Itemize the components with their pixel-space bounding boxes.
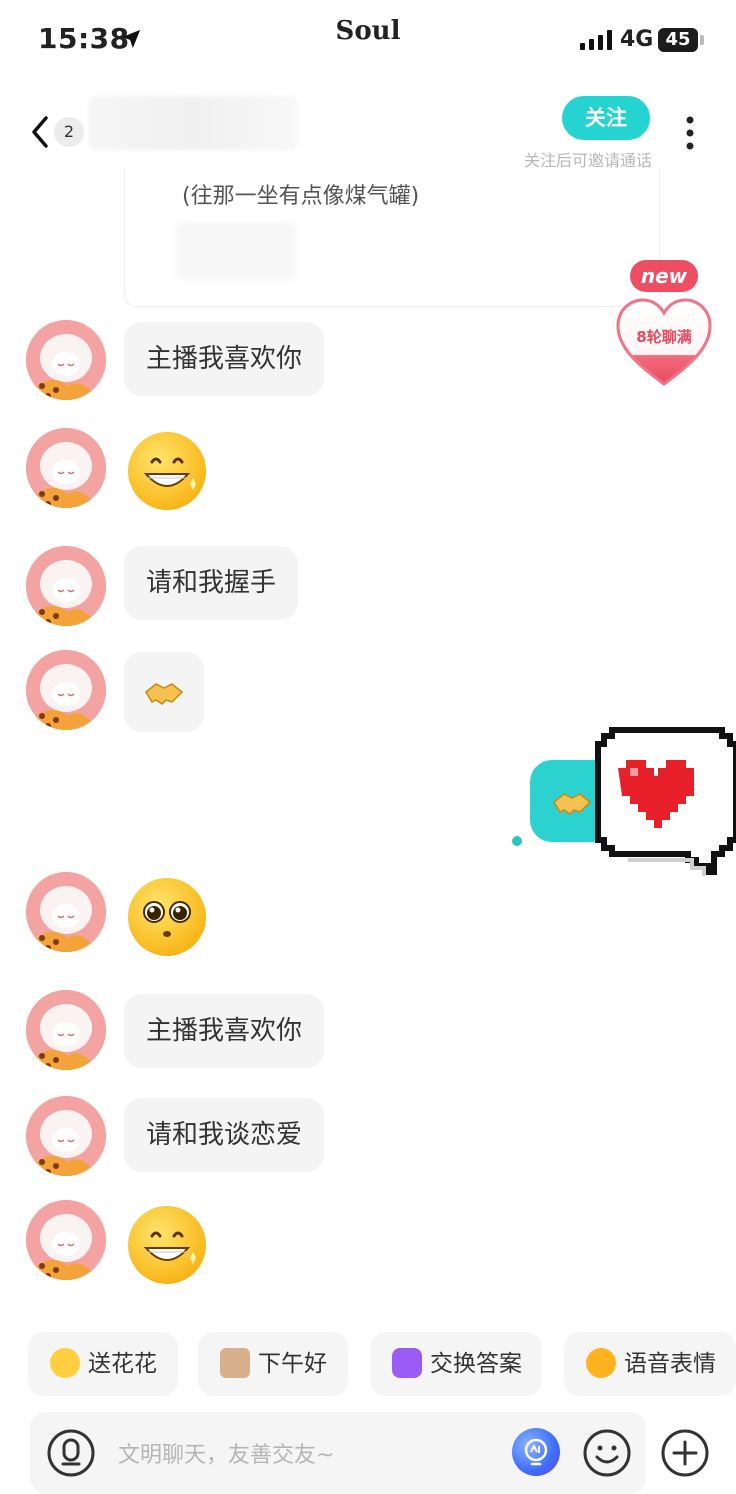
message-text: 主播我喜欢你	[146, 344, 303, 374]
network-type: 4G	[620, 27, 654, 52]
quoted-message-blurred	[176, 222, 296, 280]
coffee-icon	[220, 1347, 250, 1378]
sent-indicator-dot	[512, 836, 522, 846]
quick-reply-chip[interactable]: 送花花	[28, 1332, 178, 1396]
add-attachment-icon[interactable]	[660, 1428, 710, 1478]
unread-count-badge: 2	[54, 117, 84, 147]
quick-reply-label: 交换答案	[430, 1351, 522, 1377]
quick-reply-chip[interactable]: 语音表情	[564, 1332, 736, 1396]
sender-avatar[interactable]	[26, 872, 106, 952]
signal-bars-icon	[580, 30, 612, 50]
new-badge: new	[630, 260, 698, 292]
message-text: 请和我握手	[146, 568, 277, 598]
anime-avatar-icon	[26, 546, 106, 626]
message-bubble[interactable]	[124, 652, 204, 732]
message-bubble[interactable]: 请和我握手	[124, 546, 299, 620]
pixel-heart-speech-bubble-icon[interactable]	[592, 722, 736, 882]
ai-assistant-button[interactable]	[512, 1428, 560, 1476]
sender-avatar[interactable]	[26, 546, 106, 626]
grinning-face-icon[interactable]	[128, 432, 206, 510]
quoted-message-text: (往那一坐有点像煤气罐)	[182, 184, 420, 209]
anime-avatar-icon	[26, 428, 106, 508]
follow-button[interactable]: 关注	[562, 96, 650, 140]
quick-reply-chip[interactable]: 交换答案	[370, 1332, 542, 1396]
more-options-icon[interactable]	[684, 116, 696, 150]
swap-icon	[392, 1347, 422, 1378]
sender-avatar[interactable]	[26, 650, 106, 730]
message-text: 请和我谈恋爱	[146, 1120, 303, 1150]
ai-icon	[524, 1438, 548, 1466]
voice-input-icon[interactable]	[46, 1428, 96, 1478]
grinning-face-icon[interactable]	[128, 1206, 206, 1284]
contact-name-blurred	[88, 96, 298, 150]
pleading-face-icon[interactable]	[128, 878, 206, 956]
flower-face-icon	[50, 1347, 80, 1378]
anime-avatar-icon	[26, 872, 106, 952]
quick-reply-chip[interactable]: 下午好	[198, 1332, 348, 1396]
sender-avatar[interactable]	[26, 1200, 106, 1280]
message-input-placeholder[interactable]: 文明聊天，友善交友~	[118, 1437, 334, 1469]
emoji-picker-icon[interactable]	[582, 1428, 632, 1478]
anime-avatar-icon	[26, 650, 106, 730]
anime-avatar-icon	[26, 1096, 106, 1176]
anime-avatar-icon	[26, 320, 106, 400]
sender-avatar[interactable]	[26, 428, 106, 508]
quick-reply-label: 下午好	[258, 1351, 327, 1377]
message-bubble[interactable]: 请和我谈恋爱	[124, 1098, 325, 1172]
battery-tip	[700, 35, 704, 45]
anime-avatar-icon	[26, 1200, 106, 1280]
anime-avatar-icon	[26, 990, 106, 1070]
battery-indicator: 45	[658, 28, 698, 52]
voice-emoji-icon	[586, 1347, 616, 1378]
quick-reply-label: 语音表情	[624, 1351, 716, 1377]
message-bubble[interactable]: 主播我喜欢你	[124, 322, 325, 396]
chat-rounds-label: 8轮聊满	[636, 328, 692, 346]
quick-reply-label: 送花花	[88, 1351, 157, 1377]
sender-avatar[interactable]	[26, 320, 106, 400]
message-text: 主播我喜欢你	[146, 1016, 303, 1046]
sender-avatar[interactable]	[26, 990, 106, 1070]
handshake-icon	[145, 683, 184, 705]
message-bubble[interactable]: 主播我喜欢你	[124, 994, 325, 1068]
back-arrow-icon[interactable]	[28, 112, 52, 152]
sender-avatar[interactable]	[26, 1096, 106, 1176]
